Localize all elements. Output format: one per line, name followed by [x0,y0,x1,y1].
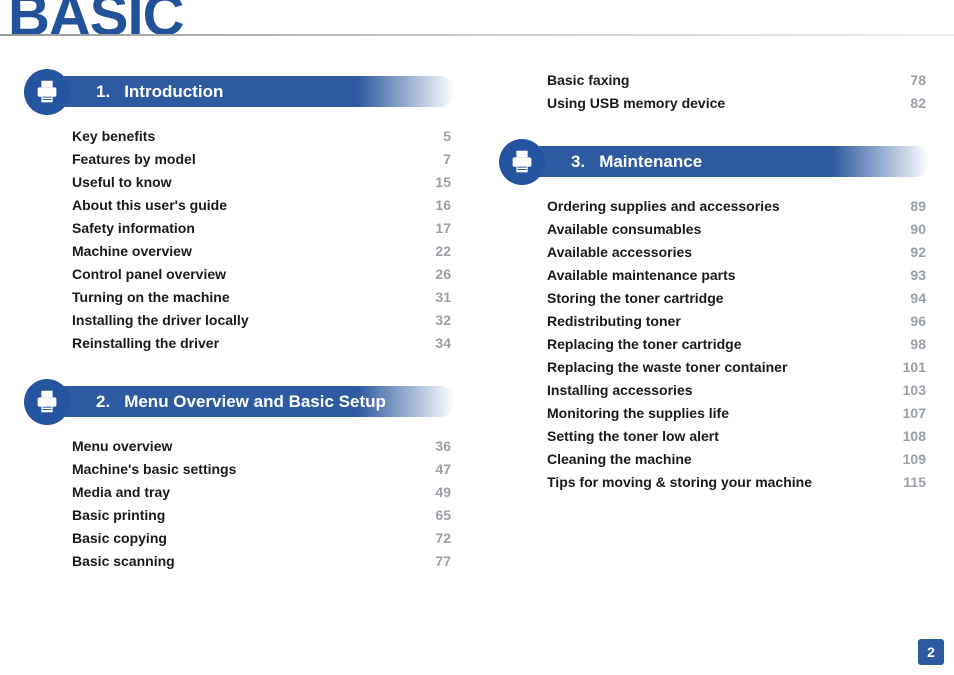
list-item[interactable]: Media and tray49 [72,484,451,500]
chapter-1-toc: Key benefits5 Features by model7 Useful … [24,128,455,376]
chapter-3-header[interactable]: 3. Maintenance [499,142,930,188]
list-item[interactable]: About this user's guide16 [72,197,451,213]
list-item[interactable]: Basic scanning77 [72,553,451,569]
chapter-title: Maintenance [599,152,702,172]
right-column: Basic faxing78 Using USB memory device82… [499,66,930,594]
list-item[interactable]: Replacing the waste toner container101 [547,359,926,375]
list-item[interactable]: Tips for moving & storing your machine11… [547,474,926,490]
list-item[interactable]: Available maintenance parts93 [547,267,926,283]
chapter-2-toc-cont: Basic faxing78 Using USB memory device82 [499,66,930,136]
page-number-badge: 2 [918,639,944,665]
list-item[interactable]: Cleaning the machine109 [547,451,926,467]
list-item[interactable]: Using USB memory device82 [547,95,926,111]
list-item[interactable]: Monitoring the supplies life107 [547,405,926,421]
list-item[interactable]: Safety information17 [72,220,451,236]
list-item[interactable]: Menu overview36 [72,438,451,454]
list-item[interactable]: Basic printing65 [72,507,451,523]
printer-icon [499,139,545,185]
header-rule [0,34,954,36]
list-item[interactable]: Machine overview22 [72,243,451,259]
list-item[interactable]: Installing the driver locally32 [72,312,451,328]
left-column: 1. Introduction Key benefits5 Features b… [24,66,455,594]
chapter-num: 3. [571,152,585,172]
chapter-3-toc: Ordering supplies and accessories89 Avai… [499,198,930,515]
printer-icon [24,379,70,425]
list-item[interactable]: Basic faxing78 [547,72,926,88]
chapter-2-header[interactable]: 2. Menu Overview and Basic Setup [24,382,455,428]
page-header: BASIC [0,0,954,52]
list-item[interactable]: Control panel overview26 [72,266,451,282]
list-item[interactable]: Basic copying72 [72,530,451,546]
chapter-title: Introduction [124,82,223,102]
list-item[interactable]: Machine's basic settings47 [72,461,451,477]
list-item[interactable]: Ordering supplies and accessories89 [547,198,926,214]
chapter-num: 2. [96,392,110,412]
chapter-title: Menu Overview and Basic Setup [124,392,386,412]
chapter-2-toc: Menu overview36 Machine's basic settings… [24,438,455,594]
list-item[interactable]: Replacing the toner cartridge98 [547,336,926,352]
list-item[interactable]: Available consumables90 [547,221,926,237]
page-title: BASIC [8,0,183,49]
printer-icon [24,69,70,115]
list-item[interactable]: Storing the toner cartridge94 [547,290,926,306]
list-item[interactable]: Installing accessories103 [547,382,926,398]
chapter-1-header[interactable]: 1. Introduction [24,72,455,118]
list-item[interactable]: Turning on the machine31 [72,289,451,305]
list-item[interactable]: Reinstalling the driver34 [72,335,451,351]
list-item[interactable]: Features by model7 [72,151,451,167]
chapter-num: 1. [96,82,110,102]
list-item[interactable]: Key benefits5 [72,128,451,144]
list-item[interactable]: Redistributing toner96 [547,313,926,329]
list-item[interactable]: Useful to know15 [72,174,451,190]
list-item[interactable]: Setting the toner low alert108 [547,428,926,444]
list-item[interactable]: Available accessories92 [547,244,926,260]
